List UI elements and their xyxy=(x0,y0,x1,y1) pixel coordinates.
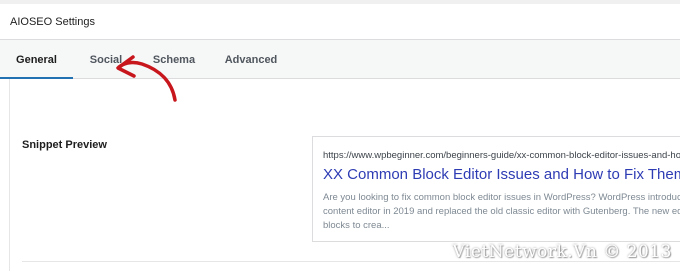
tab-bar: General Social Schema Advanced xyxy=(0,40,680,79)
snippet-preview-label: Snippet Preview xyxy=(22,139,107,151)
left-border xyxy=(9,79,10,271)
snippet-url: https://www.wpbeginner.com/beginners-gui… xyxy=(323,150,680,161)
tab-advanced[interactable]: Advanced xyxy=(209,40,293,78)
snippet-title: XX Common Block Editor Issues and How to… xyxy=(323,166,680,183)
tab-general[interactable]: General xyxy=(0,40,73,79)
tab-schema[interactable]: Schema xyxy=(139,40,209,78)
snippet-description-line: Are you looking to fix common block edit… xyxy=(323,192,680,203)
snippet-description: Are you looking to fix common block edit… xyxy=(323,191,680,233)
watermark: VietNetwork.Vn © 2013 xyxy=(452,242,672,262)
snippet-preview-box: https://www.wpbeginner.com/beginners-gui… xyxy=(312,136,680,242)
snippet-description-line: content editor in 2019 and replaced the … xyxy=(323,206,680,217)
page-title: AIOSEO Settings xyxy=(10,16,95,28)
settings-header: AIOSEO Settings xyxy=(0,4,680,40)
tab-social[interactable]: Social xyxy=(73,40,139,78)
snippet-description-line: blocks to crea... xyxy=(323,220,390,231)
